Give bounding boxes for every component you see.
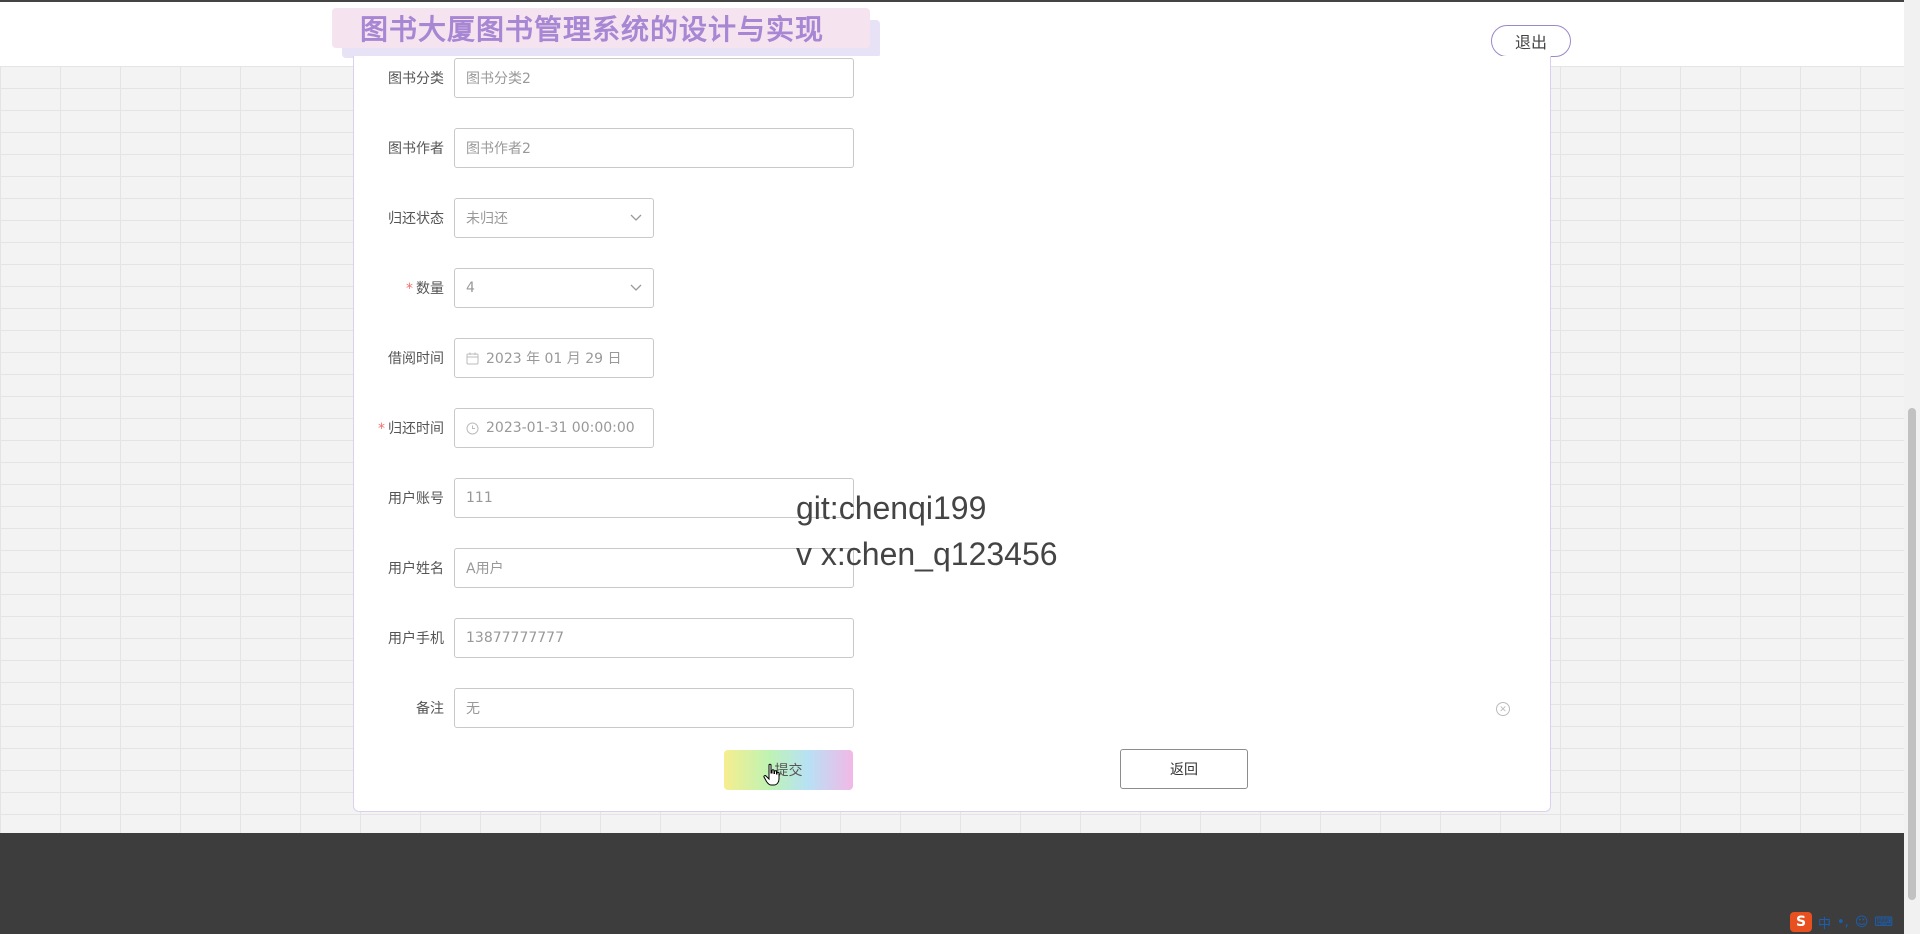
watermark-text: git:chenqi199 v x:chen_q123456 <box>796 490 1058 572</box>
borrow-date-picker[interactable]: 2023 年 01 月 29 日 <box>454 338 654 378</box>
user-account-input[interactable]: 111 <box>454 478 854 518</box>
system-title-banner: 图书大厦图书管理系统的设计与实现 <box>332 8 880 58</box>
field-label: 用户账号 <box>388 491 444 507</box>
form-row-return-status: 归还状态 未归还 <box>354 198 654 238</box>
field-label: 借阅时间 <box>388 351 444 367</box>
form-row-user-name: 用户姓名 A用户 <box>354 548 854 588</box>
field-label: 图书分类 <box>388 71 444 87</box>
required-mark: * <box>378 421 385 437</box>
scrollbar-thumb[interactable] <box>1908 408 1916 900</box>
return-datetime-picker[interactable]: 2023-01-31 00:00:00 <box>454 408 654 448</box>
form-row-user-account: 用户账号 111 <box>354 478 854 518</box>
book-category-input[interactable]: 图书分类2 <box>454 58 854 98</box>
form-row-book-author: 图书作者 图书作者2 <box>354 128 854 168</box>
user-phone-input[interactable]: 13877777777 <box>454 618 854 658</box>
field-label: 用户姓名 <box>388 561 444 577</box>
form-row-remark: 备注 无 <box>354 688 854 728</box>
clear-icon[interactable]: ✕ <box>1496 702 1510 716</box>
ime-punctuation[interactable]: •, <box>1837 915 1849 930</box>
quantity-select[interactable]: 4 <box>454 268 654 308</box>
logout-button[interactable]: 退出 <box>1491 25 1571 57</box>
field-label: * 数量 <box>406 281 444 297</box>
chevron-down-icon <box>630 284 642 292</box>
form-row-borrow-time: 借阅时间 2023 年 01 月 29 日 <box>354 338 654 378</box>
submit-button[interactable]: 提交 <box>724 750 853 790</box>
remark-input[interactable]: 无 <box>454 688 854 728</box>
back-button[interactable]: 返回 <box>1120 749 1248 789</box>
clock-icon <box>466 422 480 435</box>
vertical-scrollbar[interactable] <box>1904 0 1920 934</box>
ime-toolbar: S 中 •, ☺ ⌨ <box>1790 911 1893 933</box>
required-mark: * <box>406 281 413 297</box>
field-label: 归还状态 <box>388 211 444 227</box>
ime-mode-chinese[interactable]: 中 <box>1818 913 1831 932</box>
keyboard-icon[interactable]: ⌨ <box>1874 915 1893 930</box>
form-row-user-phone: 用户手机 13877777777 <box>354 618 854 658</box>
hand-cursor-icon <box>763 763 780 786</box>
chevron-down-icon <box>630 214 642 222</box>
field-label: * 归还时间 <box>378 421 444 437</box>
book-author-input[interactable]: 图书作者2 <box>454 128 854 168</box>
page-footer <box>0 833 1904 934</box>
field-label: 用户手机 <box>388 631 444 647</box>
field-label: 图书作者 <box>388 141 444 157</box>
system-title: 图书大厦图书管理系统的设计与实现 <box>360 13 825 46</box>
form-row-book-category: 图书分类 图书分类2 <box>354 58 854 98</box>
user-name-input[interactable]: A用户 <box>454 548 854 588</box>
return-status-select[interactable]: 未归还 <box>454 198 654 238</box>
smile-icon[interactable]: ☺ <box>1855 915 1869 930</box>
sogou-ime-logo[interactable]: S <box>1790 912 1812 932</box>
field-label: 备注 <box>416 701 444 717</box>
borrow-edit-form: 图书分类 图书分类2 图书作者 图书作者2 归还状态 未归还 * 数量 4 借阅… <box>353 56 1551 812</box>
form-row-quantity: * 数量 4 <box>354 268 654 308</box>
form-row-return-time: * 归还时间 2023-01-31 00:00:00 <box>354 408 654 448</box>
calendar-icon <box>466 352 480 365</box>
